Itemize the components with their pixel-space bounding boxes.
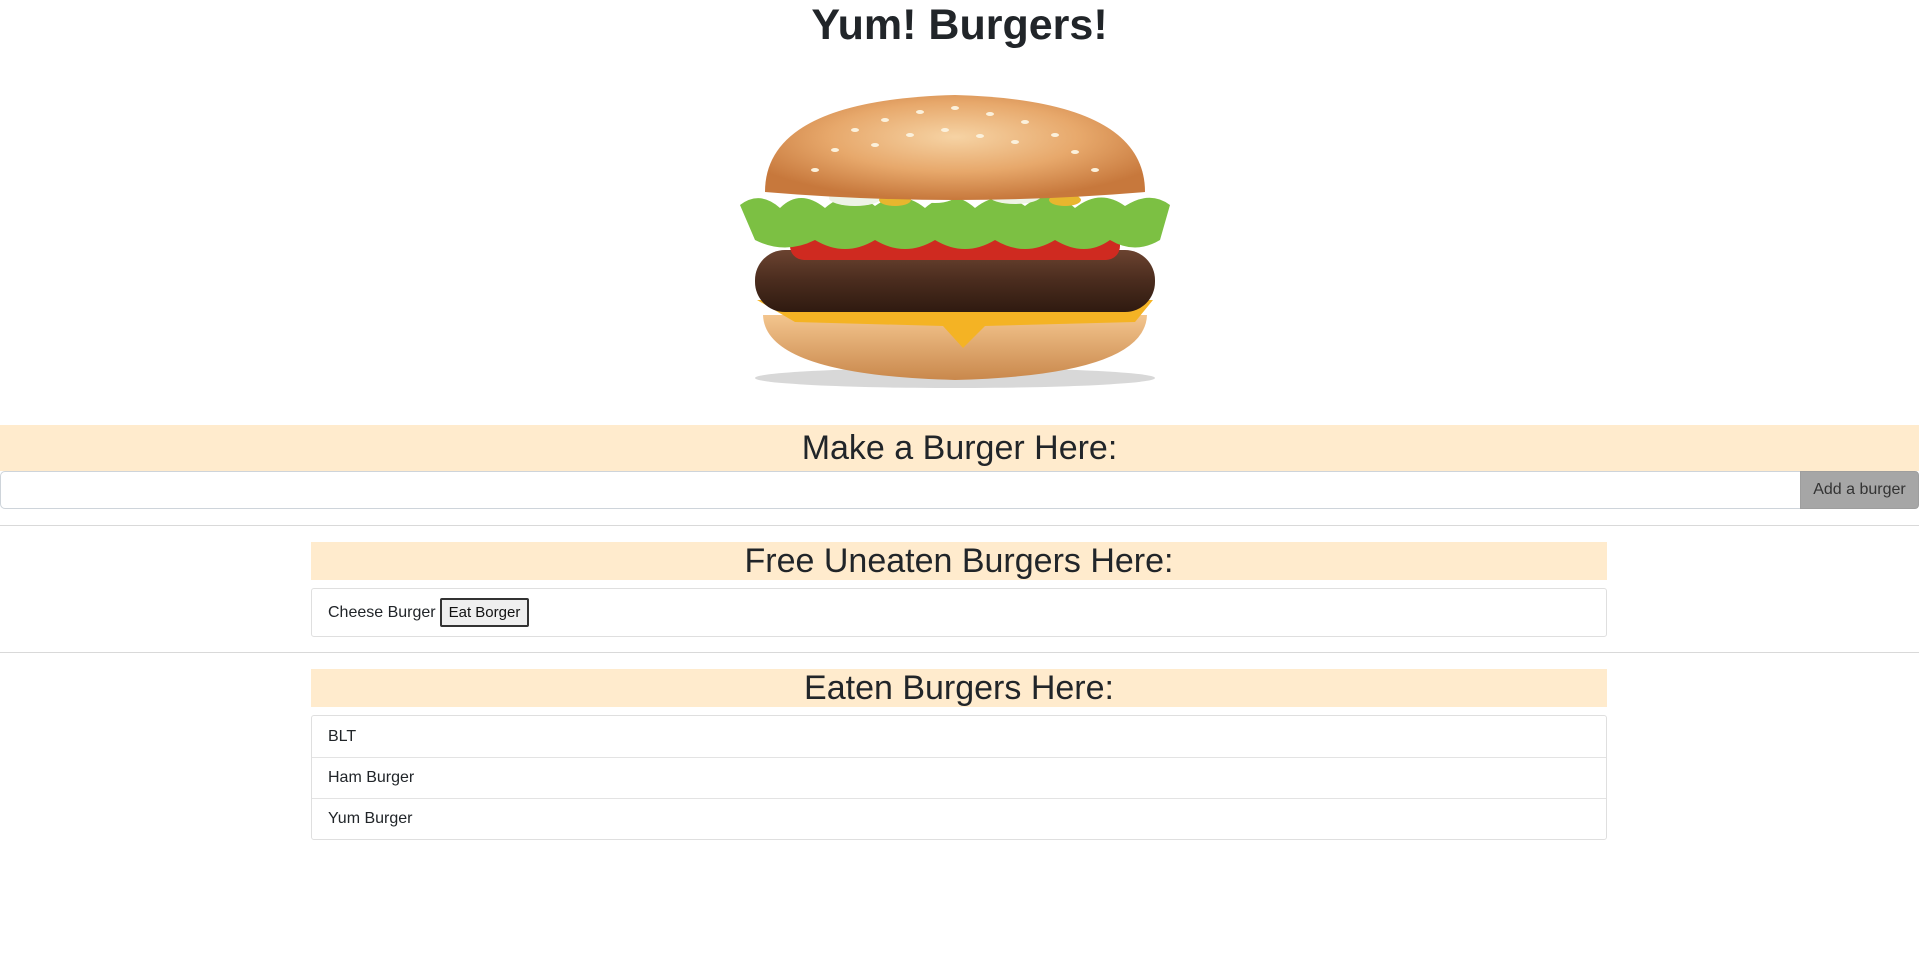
burger-name: Ham Burger [328,769,415,786]
page: Yum! Burgers! Make a Burger Here: Add a … [0,0,1919,976]
uneaten-burgers-heading: Free Uneaten Burgers Here: [311,542,1607,580]
burger-name: BLT [328,727,357,745]
list-item: Yum Burger [312,798,1606,839]
eaten-burgers-list: BLT Ham Burger Yum Burger [311,715,1607,840]
burger-name-input[interactable] [0,471,1800,509]
burger-name: Yum Burger [328,810,413,827]
burger-image [740,95,1170,388]
list-item: Cheese Burger Eat Borger [312,589,1606,636]
list-item: BLT [312,716,1606,757]
list-item: Ham Burger [312,757,1606,798]
section-divider [0,525,1919,526]
eat-burger-button[interactable]: Eat Borger [439,598,530,627]
make-burger-heading: Make a Burger Here: [0,425,1919,471]
section-divider [0,652,1919,653]
uneaten-burgers-list: Cheese Burger Eat Borger [311,588,1607,637]
uneaten-column: Free Uneaten Burgers Here: Cheese Burger… [311,542,1607,637]
eaten-burgers-heading: Eaten Burgers Here: [311,669,1607,707]
page-title: Yum! Burgers! [811,1,1108,49]
add-burger-button[interactable]: Add a burger [1800,471,1919,509]
add-burger-form: Add a burger [0,471,1919,509]
burger-name: Cheese Burger [328,603,436,621]
eaten-column: Eaten Burgers Here: BLT Ham Burger Yum B… [311,669,1607,840]
